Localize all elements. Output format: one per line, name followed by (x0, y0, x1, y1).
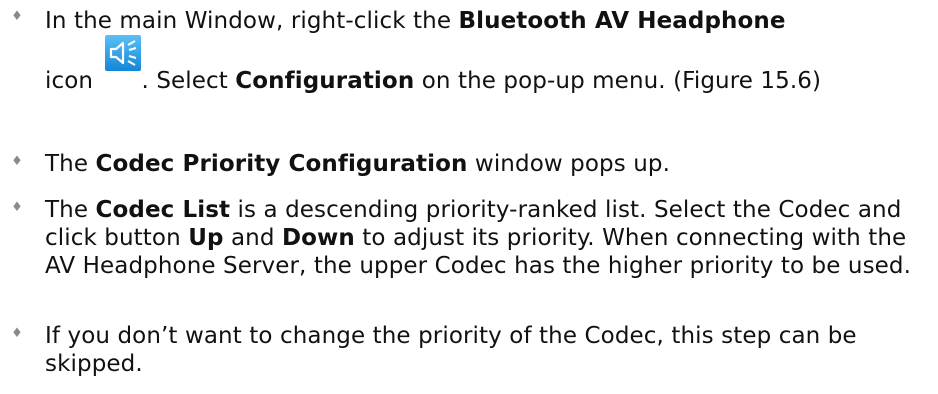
bullet-marker: ♦ (11, 200, 23, 215)
bold-term: Down (281, 225, 355, 251)
text-span: and (223, 225, 282, 251)
text-span: on the pop-up menu. (Figure 15.6) (414, 68, 822, 94)
bullet-marker: ♦ (11, 9, 23, 24)
text-span: . Select (141, 68, 236, 94)
text-span: In the main Window, right-click the (45, 8, 459, 34)
bold-term: Codec List (95, 197, 231, 223)
text-span: icon (45, 68, 101, 94)
bullet-text-3: The Codec List is a descending priority-… (45, 196, 932, 280)
bold-term: Configuration (235, 68, 415, 94)
bluetooth-av-headphone-icon (104, 35, 141, 71)
bullet-marker: ♦ (11, 154, 23, 169)
bold-term: Codec Priority Configuration (95, 151, 468, 177)
text-span: The (45, 151, 96, 177)
text-span: If you don’t want to change the priority… (45, 323, 857, 377)
bullet-text-2: The Codec Priority Configuration window … (45, 150, 932, 178)
bullet-text-4: If you don’t want to change the priority… (45, 322, 932, 378)
bold-term: Up (188, 225, 224, 251)
text-span: window pops up. (467, 151, 671, 177)
bold-term: Bluetooth AV Headphone (458, 8, 786, 34)
bullet-text-1: In the main Window, right-click the Blue… (45, 7, 932, 95)
text-span: The (45, 197, 96, 223)
bullet-marker: ♦ (11, 326, 23, 341)
